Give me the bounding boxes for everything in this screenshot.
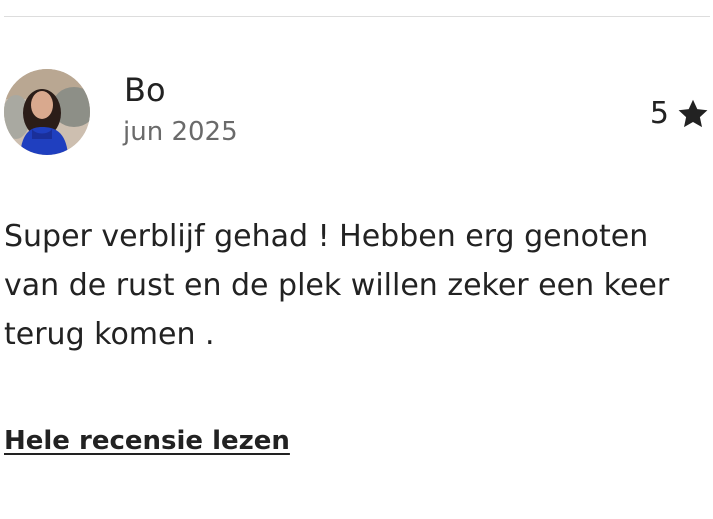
reviewer-name: Bo [124,71,166,109]
rating-value: 5 [649,96,669,131]
avatar[interactable] [4,69,90,155]
rating: 5 [650,94,709,134]
avatar-photo [4,69,90,155]
read-full-review-link[interactable]: Hele recensie lezen [4,423,290,459]
star-icon [678,99,708,128]
review-text: Super verblijf gehad ! Hebben erg genote… [4,219,670,352]
review-date: jun 2025 [123,117,238,147]
review-card: Bo jun 2025 5 Super verblijf gehad ! Heb… [0,0,713,519]
